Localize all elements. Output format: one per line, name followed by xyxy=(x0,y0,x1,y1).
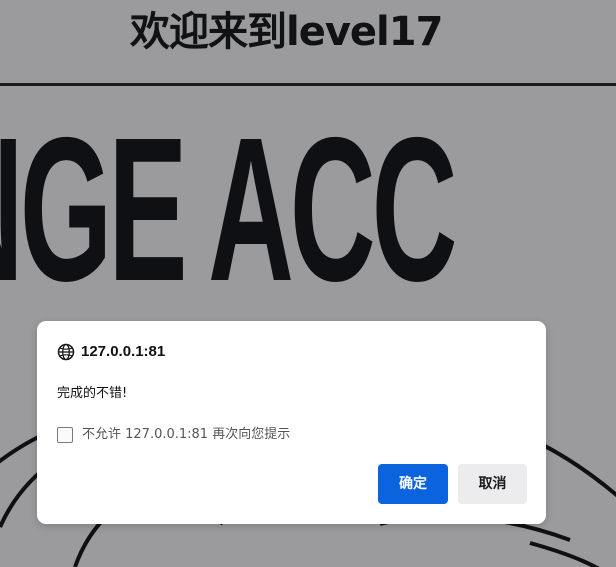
dialog-message: 完成的不错! xyxy=(57,386,128,401)
suppress-dialogs-checkbox[interactable] xyxy=(57,427,73,443)
page-title: 欢迎来到level17 xyxy=(130,9,443,55)
browser-page: 欢迎来到level17 NGE ACC 127.0.0.1:81 完成的 xyxy=(0,0,616,567)
globe-icon xyxy=(57,343,75,361)
alert-dialog: 127.0.0.1:81 完成的不错! 不允许 127.0.0.1:81 再次向… xyxy=(37,321,546,524)
suppress-dialogs-option[interactable]: 不允许 127.0.0.1:81 再次向您提示 xyxy=(57,425,290,445)
dialog-header: 127.0.0.1:81 xyxy=(57,342,165,362)
suppress-dialogs-label: 不允许 127.0.0.1:81 再次向您提示 xyxy=(82,427,291,442)
confirm-button[interactable]: 确定 xyxy=(378,464,448,504)
dialog-actions: 确定 取消 xyxy=(378,464,527,504)
cancel-button[interactable]: 取消 xyxy=(458,464,527,504)
dialog-origin: 127.0.0.1:81 xyxy=(81,343,166,360)
